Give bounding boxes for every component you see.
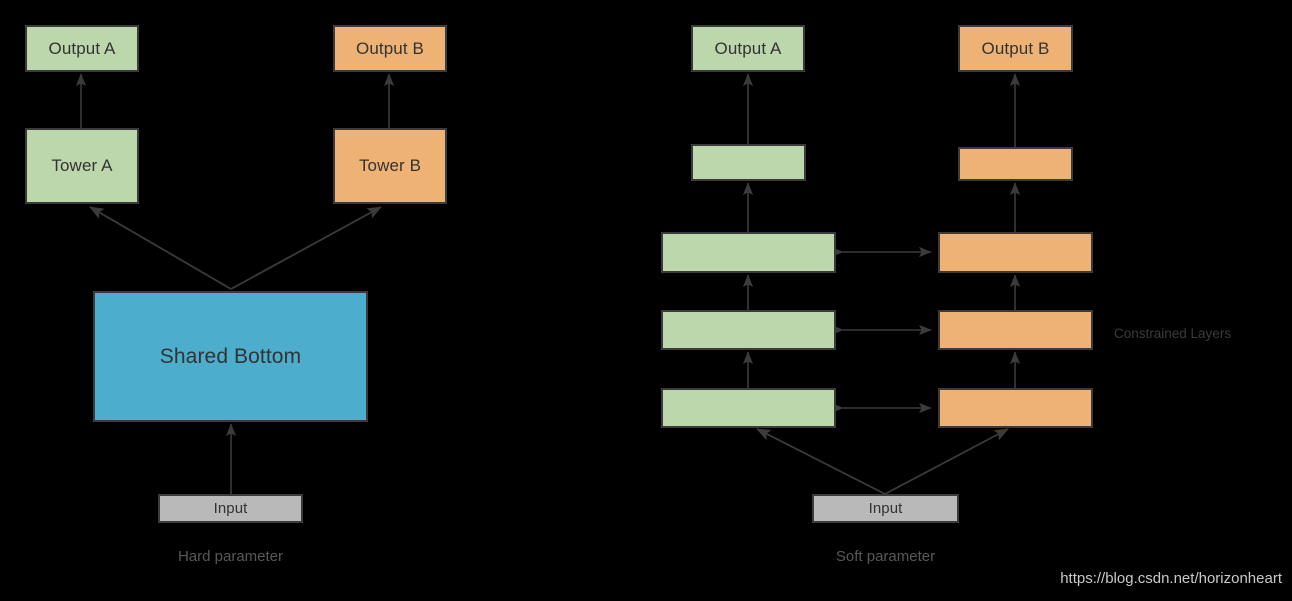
watermark-url: https://blog.csdn.net/horizonheart bbox=[1060, 570, 1282, 587]
orange-layer-3[interactable] bbox=[938, 232, 1093, 273]
constrained-layers-note-text: Constrained Layers bbox=[1114, 326, 1232, 341]
green-layer-1[interactable] bbox=[661, 388, 836, 428]
right-input-box[interactable]: Input bbox=[812, 494, 959, 523]
edge-shared-bottom-to-tower-b bbox=[230, 206, 382, 290]
edge-input-to-orange-1 bbox=[884, 428, 1009, 495]
tower-a-box[interactable]: Tower A bbox=[25, 128, 139, 204]
left-output-b-box[interactable]: Output B bbox=[333, 25, 447, 72]
left-input-label: Input bbox=[213, 500, 248, 517]
orange-layer-1[interactable] bbox=[938, 388, 1093, 428]
orange-layer-top[interactable] bbox=[958, 147, 1073, 181]
edge-shared-bottom-to-tower-a bbox=[89, 206, 232, 290]
shared-bottom-label: Shared Bottom bbox=[159, 344, 302, 368]
watermark-url-text: https://blog.csdn.net/horizonheart bbox=[1060, 570, 1282, 587]
tower-b-label: Tower B bbox=[358, 156, 422, 175]
right-input-label: Input bbox=[868, 500, 903, 517]
edge-input-to-green-1 bbox=[756, 428, 886, 495]
green-layer-top[interactable] bbox=[691, 144, 806, 181]
soft-parameter-caption-text: Soft parameter bbox=[835, 548, 936, 565]
green-layer-3[interactable] bbox=[661, 232, 836, 273]
left-output-a-box[interactable]: Output A bbox=[25, 25, 139, 72]
left-output-b-label: Output B bbox=[356, 38, 424, 58]
left-output-a-label: Output A bbox=[48, 38, 116, 58]
tower-a-label: Tower A bbox=[51, 156, 113, 175]
soft-parameter-caption: Soft parameter bbox=[812, 548, 959, 565]
right-output-a-label: Output A bbox=[714, 38, 782, 58]
right-output-b-box[interactable]: Output B bbox=[958, 25, 1073, 72]
hard-parameter-caption: Hard parameter bbox=[158, 548, 303, 565]
shared-bottom-box[interactable]: Shared Bottom bbox=[93, 291, 368, 422]
left-input-box[interactable]: Input bbox=[158, 494, 303, 523]
constrained-layers-note: Constrained Layers bbox=[1114, 326, 1231, 341]
right-output-a-box[interactable]: Output A bbox=[691, 25, 805, 72]
orange-layer-2[interactable] bbox=[938, 310, 1093, 350]
hard-parameter-caption-text: Hard parameter bbox=[177, 548, 284, 565]
green-layer-2[interactable] bbox=[661, 310, 836, 350]
diagram-canvas: Output A Output B Tower A Tower B Shared… bbox=[0, 0, 1292, 601]
tower-b-box[interactable]: Tower B bbox=[333, 128, 447, 204]
right-output-b-label: Output B bbox=[981, 38, 1050, 58]
